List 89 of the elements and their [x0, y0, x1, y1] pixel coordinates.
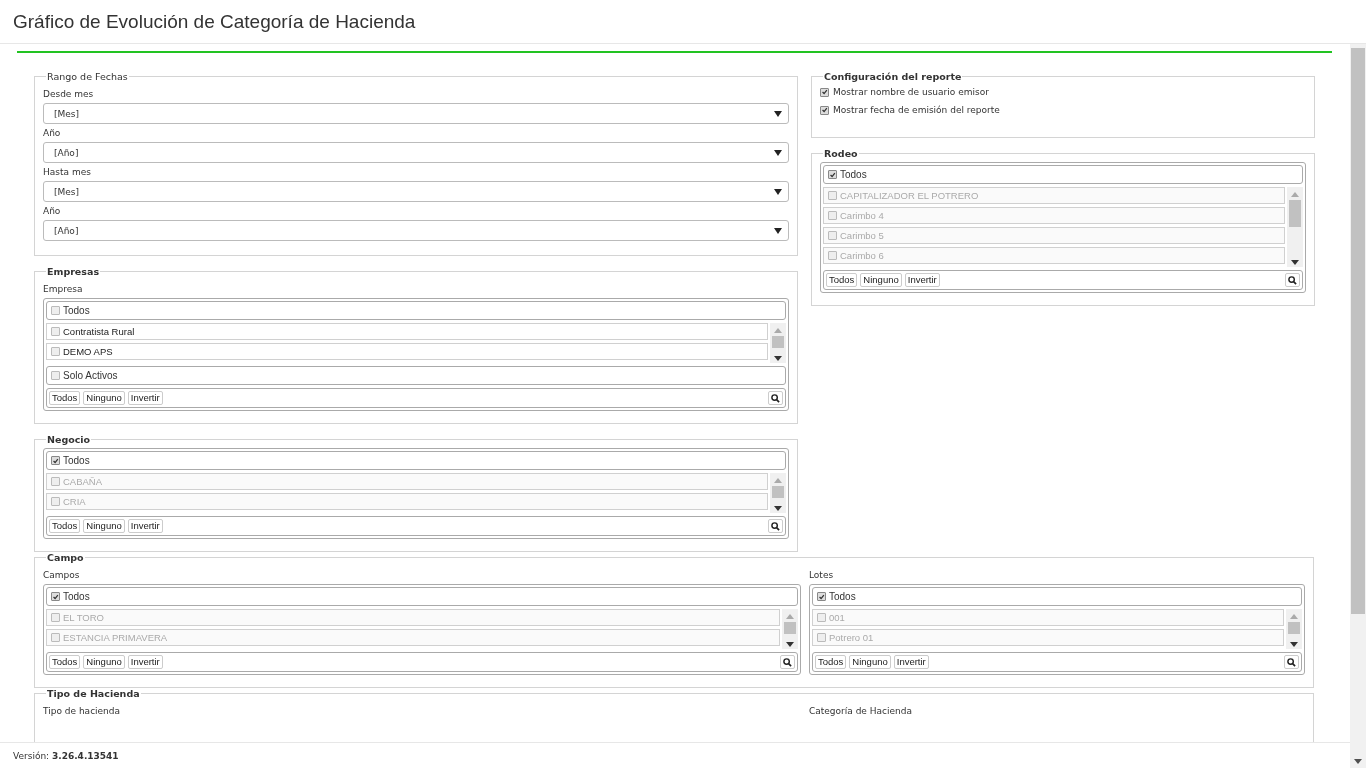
group-legend: Negocio — [46, 434, 92, 445]
checkbox[interactable] — [51, 306, 60, 315]
checkbox[interactable] — [817, 592, 826, 601]
field-label: Hasta mes — [43, 167, 92, 177]
select-button[interactable]: Ninguno — [83, 655, 125, 669]
filter-row[interactable]: Solo Activos — [46, 366, 786, 385]
scroll-thumb[interactable] — [1289, 200, 1301, 227]
select-button[interactable]: Invertir — [893, 655, 929, 669]
scrollbar[interactable] — [782, 609, 798, 649]
scrollbar[interactable] — [1287, 187, 1303, 267]
scroll-thumb[interactable] — [784, 622, 796, 634]
scroll-down-icon[interactable] — [774, 506, 782, 511]
caret-icon — [774, 188, 782, 195]
scroll-thumb[interactable] — [1288, 622, 1300, 634]
list-item[interactable]: DEMO APS — [46, 343, 768, 360]
scroll-down-icon[interactable] — [774, 356, 782, 361]
scroll-down-icon[interactable] — [786, 642, 794, 647]
caret-icon — [774, 149, 782, 156]
caret-icon — [774, 227, 782, 234]
scroll-down-icon[interactable] — [1291, 260, 1299, 265]
select-button[interactable]: Todos — [49, 655, 81, 669]
scroll-thumb[interactable] — [1351, 48, 1365, 614]
group-legend: Campo — [46, 552, 85, 563]
field-label: Desde mes — [43, 89, 95, 99]
select-button[interactable]: Todos — [49, 519, 81, 533]
select-button[interactable]: Ninguno — [83, 519, 125, 533]
scrollbar[interactable] — [770, 323, 786, 363]
checkbox[interactable] — [820, 87, 829, 97]
select-button[interactable]: Todos — [826, 273, 858, 287]
field-label: Categoría de Hacienda — [809, 706, 913, 716]
search-button[interactable] — [768, 519, 783, 533]
select-field[interactable]: [Mes] — [43, 103, 789, 124]
list-item[interactable]: Contratista Rural — [46, 323, 768, 340]
select-all-row[interactable]: Todos — [46, 587, 798, 606]
select-field[interactable]: [Mes] — [43, 181, 789, 202]
version-text: Versión: 3.26.4.13541 — [13, 750, 119, 761]
scroll-up-icon[interactable] — [1290, 614, 1298, 619]
search-button[interactable] — [768, 391, 783, 405]
search-button[interactable] — [1284, 655, 1299, 669]
scroll-up-icon[interactable] — [774, 478, 782, 483]
scroll-down-icon[interactable] — [1290, 642, 1298, 647]
select-button[interactable]: Todos — [815, 655, 847, 669]
group-legend: Empresas — [46, 266, 101, 277]
page-title: Gráfico de Evolución de Categoría de Hacienda — [13, 10, 416, 33]
select-button[interactable]: Ninguno — [83, 391, 125, 405]
checkbox-option[interactable]: Mostrar fecha de emisión del reporte — [820, 105, 1306, 115]
field-label: Empresa — [43, 284, 84, 294]
select-button[interactable]: Invertir — [904, 273, 940, 287]
group-legend: Tipo de Hacienda — [46, 688, 141, 699]
select-button[interactable]: Ninguno — [860, 273, 902, 287]
scroll-up-icon[interactable] — [786, 614, 794, 619]
checkbox[interactable] — [51, 371, 60, 380]
page-scrollbar[interactable] — [1350, 44, 1366, 768]
select-button[interactable]: Todos — [49, 391, 81, 405]
field-label: Año — [43, 128, 62, 138]
caret-icon — [774, 110, 782, 117]
select-button[interactable]: Invertir — [127, 519, 163, 533]
select-all-row[interactable]: Todos — [823, 165, 1303, 184]
scroll-down-icon[interactable] — [1354, 759, 1362, 764]
field-label: Año — [43, 206, 62, 216]
checkbox[interactable] — [51, 347, 60, 356]
field-label: Campos — [43, 570, 81, 580]
select-all-row[interactable]: Todos — [46, 451, 786, 470]
scrollbar[interactable] — [1286, 609, 1302, 649]
checkbox[interactable] — [51, 327, 60, 336]
select-button[interactable]: Ninguno — [849, 655, 891, 669]
select-field[interactable]: [Año] — [43, 220, 789, 241]
scroll-thumb[interactable] — [772, 336, 784, 348]
group-legend: Rodeo — [823, 148, 859, 159]
select-all-row[interactable]: Todos — [812, 587, 1302, 606]
scroll-up-icon[interactable] — [1291, 192, 1299, 197]
select-all-row[interactable]: Todos — [46, 301, 786, 320]
group-legend: Rango de Fechas — [46, 71, 129, 82]
search-button[interactable] — [1285, 273, 1300, 287]
checkbox[interactable] — [828, 170, 837, 179]
select-field[interactable]: [Año] — [43, 142, 789, 163]
select-button[interactable]: Invertir — [127, 391, 163, 405]
scroll-up-icon[interactable] — [774, 328, 782, 333]
checkbox-option[interactable]: Mostrar nombre de usuario emisor — [820, 87, 1306, 97]
group-legend: Configuración del reporte — [823, 71, 963, 82]
select-button[interactable]: Invertir — [127, 655, 163, 669]
field-label: Lotes — [809, 570, 835, 580]
scrollbar[interactable] — [770, 473, 786, 513]
scroll-thumb[interactable] — [772, 486, 784, 498]
field-label: Tipo de hacienda — [43, 706, 122, 716]
checkbox[interactable] — [51, 456, 60, 465]
checkbox[interactable] — [820, 105, 829, 115]
checkbox[interactable] — [51, 592, 60, 601]
search-button[interactable] — [780, 655, 795, 669]
